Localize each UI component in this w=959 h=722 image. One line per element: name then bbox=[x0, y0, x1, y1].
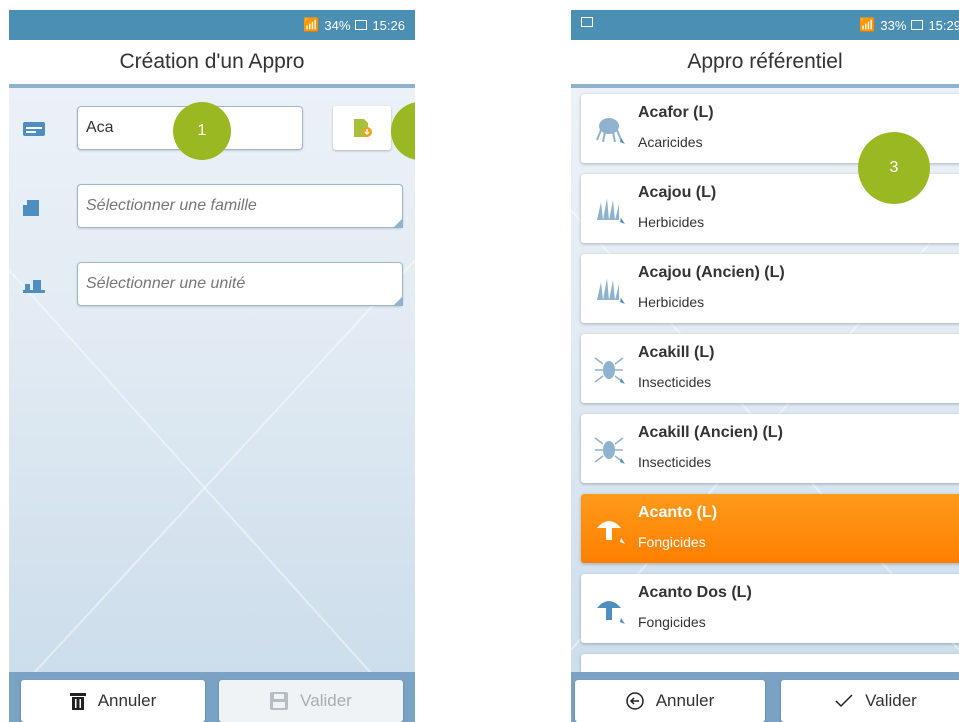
bottom-action-bar: Annuler Valider bbox=[9, 672, 415, 722]
item-name: Acafor (L) bbox=[638, 104, 714, 121]
signal-icon: 📶 bbox=[303, 17, 320, 32]
cancel-button[interactable]: Annuler bbox=[575, 680, 765, 722]
item-category: Acaricides bbox=[638, 134, 703, 150]
validate-label: Valider bbox=[865, 691, 917, 710]
validate-button[interactable]: Valider bbox=[781, 680, 959, 722]
image-notification-icon bbox=[581, 17, 593, 27]
bottom-action-bar: Annuler Valider bbox=[571, 672, 959, 722]
document-import-icon bbox=[354, 119, 372, 137]
battery-icon bbox=[911, 20, 924, 30]
callout-marker-3: 3 bbox=[858, 132, 930, 204]
clock: 15:29 bbox=[928, 17, 959, 33]
signal-icon: 📶 bbox=[859, 17, 876, 32]
battery-icon bbox=[355, 20, 368, 30]
battery-level: 34% bbox=[324, 17, 351, 33]
cancel-label: Annuler bbox=[655, 691, 715, 710]
item-name: Acanto (L) bbox=[638, 504, 718, 521]
cancel-button[interactable]: Annuler bbox=[21, 680, 205, 722]
bag-icon bbox=[23, 200, 39, 216]
back-arrow-circle-icon bbox=[625, 692, 644, 710]
battery-level: 33% bbox=[880, 17, 907, 33]
item-category: Herbicides bbox=[638, 214, 705, 230]
item-name: Acakill (Ancien) (L) bbox=[638, 424, 783, 441]
item-name: Acanto Dos (L) bbox=[638, 584, 752, 601]
page-title: Appro référentiel bbox=[571, 40, 959, 88]
unit-select[interactable]: Sélectionner une unité bbox=[77, 262, 403, 306]
item-category: Insecticides bbox=[638, 374, 712, 390]
reference-button[interactable] bbox=[333, 106, 391, 150]
item-category: Fongicides bbox=[638, 614, 706, 630]
mushroom-icon bbox=[597, 601, 625, 624]
list-item[interactable]: Acakill (L) Insecticides bbox=[581, 334, 959, 403]
family-select[interactable]: Sélectionner une famille bbox=[77, 184, 403, 228]
page-title: Création d'un Appro bbox=[9, 40, 415, 88]
validate-button[interactable]: Valider bbox=[219, 680, 403, 722]
list-item[interactable]: Acajou (Ancien) (L) Herbicides bbox=[581, 254, 959, 323]
insect-icon bbox=[594, 437, 625, 464]
list-item[interactable]: Acakill (Ancien) (L) Insecticides bbox=[581, 414, 959, 483]
mushroom-icon bbox=[597, 521, 625, 544]
status-bar: 📶 33% 15:29 bbox=[571, 10, 959, 40]
family-row: Sélectionner une famille bbox=[9, 184, 415, 232]
insect-icon bbox=[594, 357, 625, 384]
item-name: Acajou (L) bbox=[638, 184, 717, 201]
weed-icon bbox=[597, 198, 625, 224]
trash-icon bbox=[69, 693, 86, 710]
item-name: Acakill (L) bbox=[638, 344, 715, 361]
validate-label: Valider bbox=[300, 691, 352, 710]
cancel-label: Annuler bbox=[97, 691, 157, 710]
left-screen: 📶 34% 15:26 Création d'un Appro Aca Séle… bbox=[9, 10, 415, 722]
clock: 15:26 bbox=[372, 17, 405, 33]
status-bar: 📶 34% 15:26 bbox=[9, 10, 415, 40]
callout-marker-1: 1 bbox=[173, 102, 231, 160]
card-icon bbox=[23, 122, 45, 136]
checkmark-icon bbox=[835, 694, 853, 708]
right-screen: 📶 33% 15:29 Appro référentiel Acafor (L)… bbox=[571, 10, 959, 722]
spider-mite-icon bbox=[596, 118, 625, 144]
item-name: Acajou (Ancien) (L) bbox=[638, 264, 785, 281]
item-category: Fongicides bbox=[638, 534, 706, 550]
save-icon bbox=[270, 692, 289, 710]
scale-icon bbox=[23, 280, 45, 293]
item-category: Herbicides bbox=[638, 294, 705, 310]
list-item-selected[interactable]: Acanto (L) Fongicides bbox=[581, 494, 959, 563]
list-item[interactable]: Acanto Dos (L) Fongicides bbox=[581, 574, 959, 643]
weed-icon bbox=[597, 278, 625, 304]
unit-row: Sélectionner une unité bbox=[9, 262, 415, 310]
item-category: Insecticides bbox=[638, 454, 712, 470]
